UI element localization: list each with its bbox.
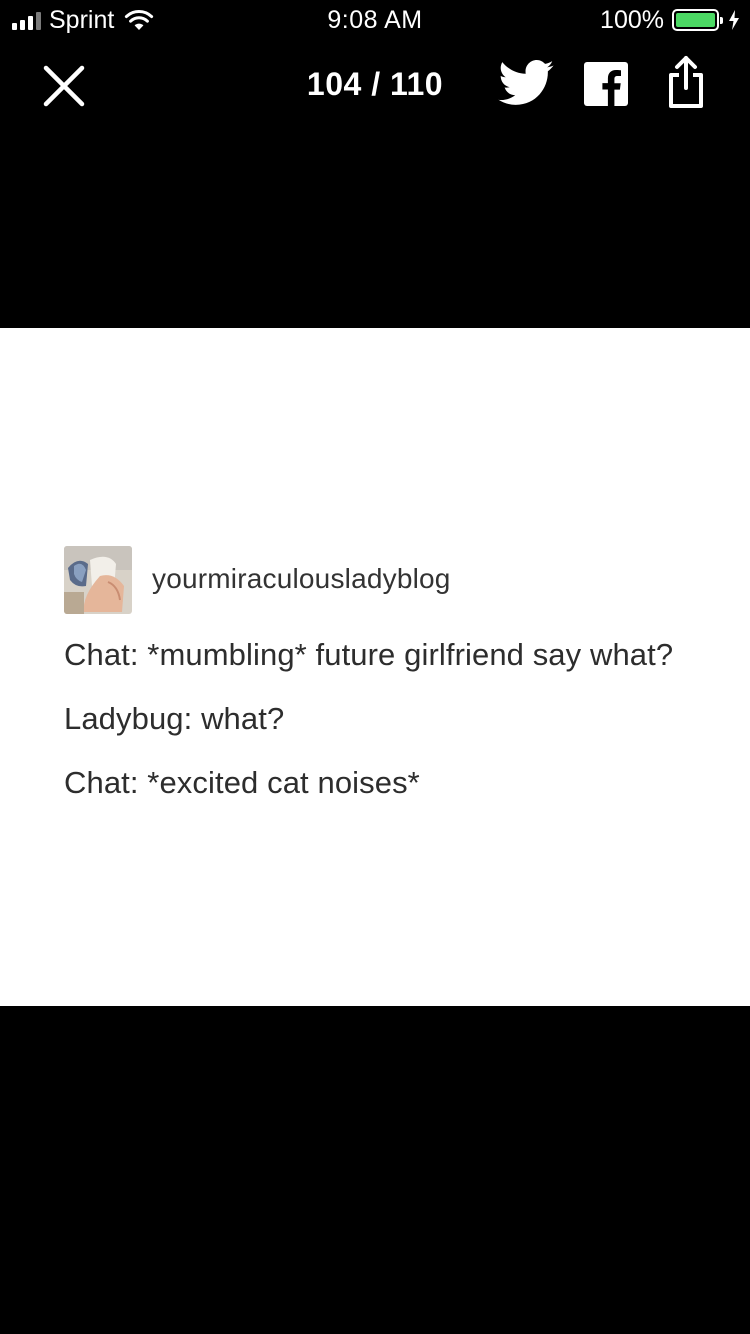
post-line: Chat: *mumbling* future girlfriend say w… — [64, 637, 674, 672]
post-line: Chat: *excited cat noises* — [64, 765, 420, 800]
status-bar: Sprint 9:08 AM 100% — [0, 0, 750, 40]
post-header: yourmiraculousladyblog — [64, 546, 724, 614]
battery-percent: 100% — [600, 6, 664, 34]
avatar — [64, 546, 132, 614]
post-image: yourmiraculousladyblog Chat: *mumbling* … — [0, 328, 750, 1006]
viewer-toolbar: 104 / 110 — [0, 44, 750, 124]
post-line: Ladybug: what? — [64, 701, 285, 736]
facebook-icon[interactable] — [584, 62, 628, 106]
post-username: yourmiraculousladyblog — [152, 563, 451, 594]
battery-fill — [676, 13, 715, 27]
status-right: 100% — [600, 7, 740, 33]
twitter-icon[interactable] — [498, 60, 554, 106]
image-counter: 104 / 110 — [306, 66, 444, 102]
image-viewer-screen: Sprint 9:08 AM 100% 104 / 110 yourmiracu… — [0, 0, 750, 1334]
tumblr-post: yourmiraculousladyblog Chat: *mumbling* … — [64, 546, 724, 802]
charging-bolt-icon — [729, 10, 739, 30]
battery-icon — [672, 9, 723, 31]
share-icon[interactable] — [666, 54, 706, 110]
